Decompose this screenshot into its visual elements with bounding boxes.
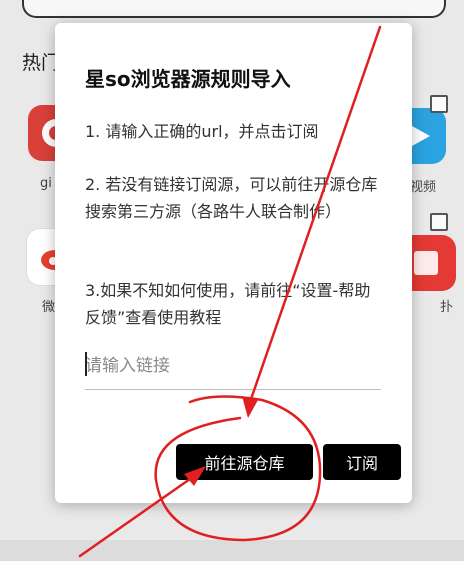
search-bar[interactable] (22, 0, 446, 18)
go-to-repo-button[interactable]: 前往源仓库 (176, 444, 313, 480)
app-label-weibo: 微 (42, 300, 56, 315)
import-rules-dialog: 星so浏览器源规则导入 1. 请输入正确的url，并点击订阅 2. 若没有链接订… (55, 23, 412, 503)
app-label-video: 视频 (410, 180, 437, 195)
app-checkbox[interactable] (430, 213, 448, 231)
step-3-text: 3.如果不知如何使用，请前往“设置-帮助反馈”查看使用教程 (85, 281, 371, 327)
app-checkbox[interactable] (430, 95, 448, 113)
step-2-text: 2. 若没有链接订阅源，可以前往开源仓库搜索第三方源（各路牛人联合制作） (85, 175, 378, 221)
bottom-bar (0, 540, 464, 561)
step-1-text: 1. 请输入正确的url，并点击订阅 (85, 122, 319, 141)
app-label-poker: 扑 (440, 300, 454, 315)
dialog-title: 星so浏览器源规则导入 (85, 67, 291, 91)
text-caret (85, 352, 87, 376)
app-label-github: gi (40, 176, 52, 191)
link-input[interactable] (85, 343, 381, 390)
subscribe-button[interactable]: 订阅 (323, 444, 401, 480)
